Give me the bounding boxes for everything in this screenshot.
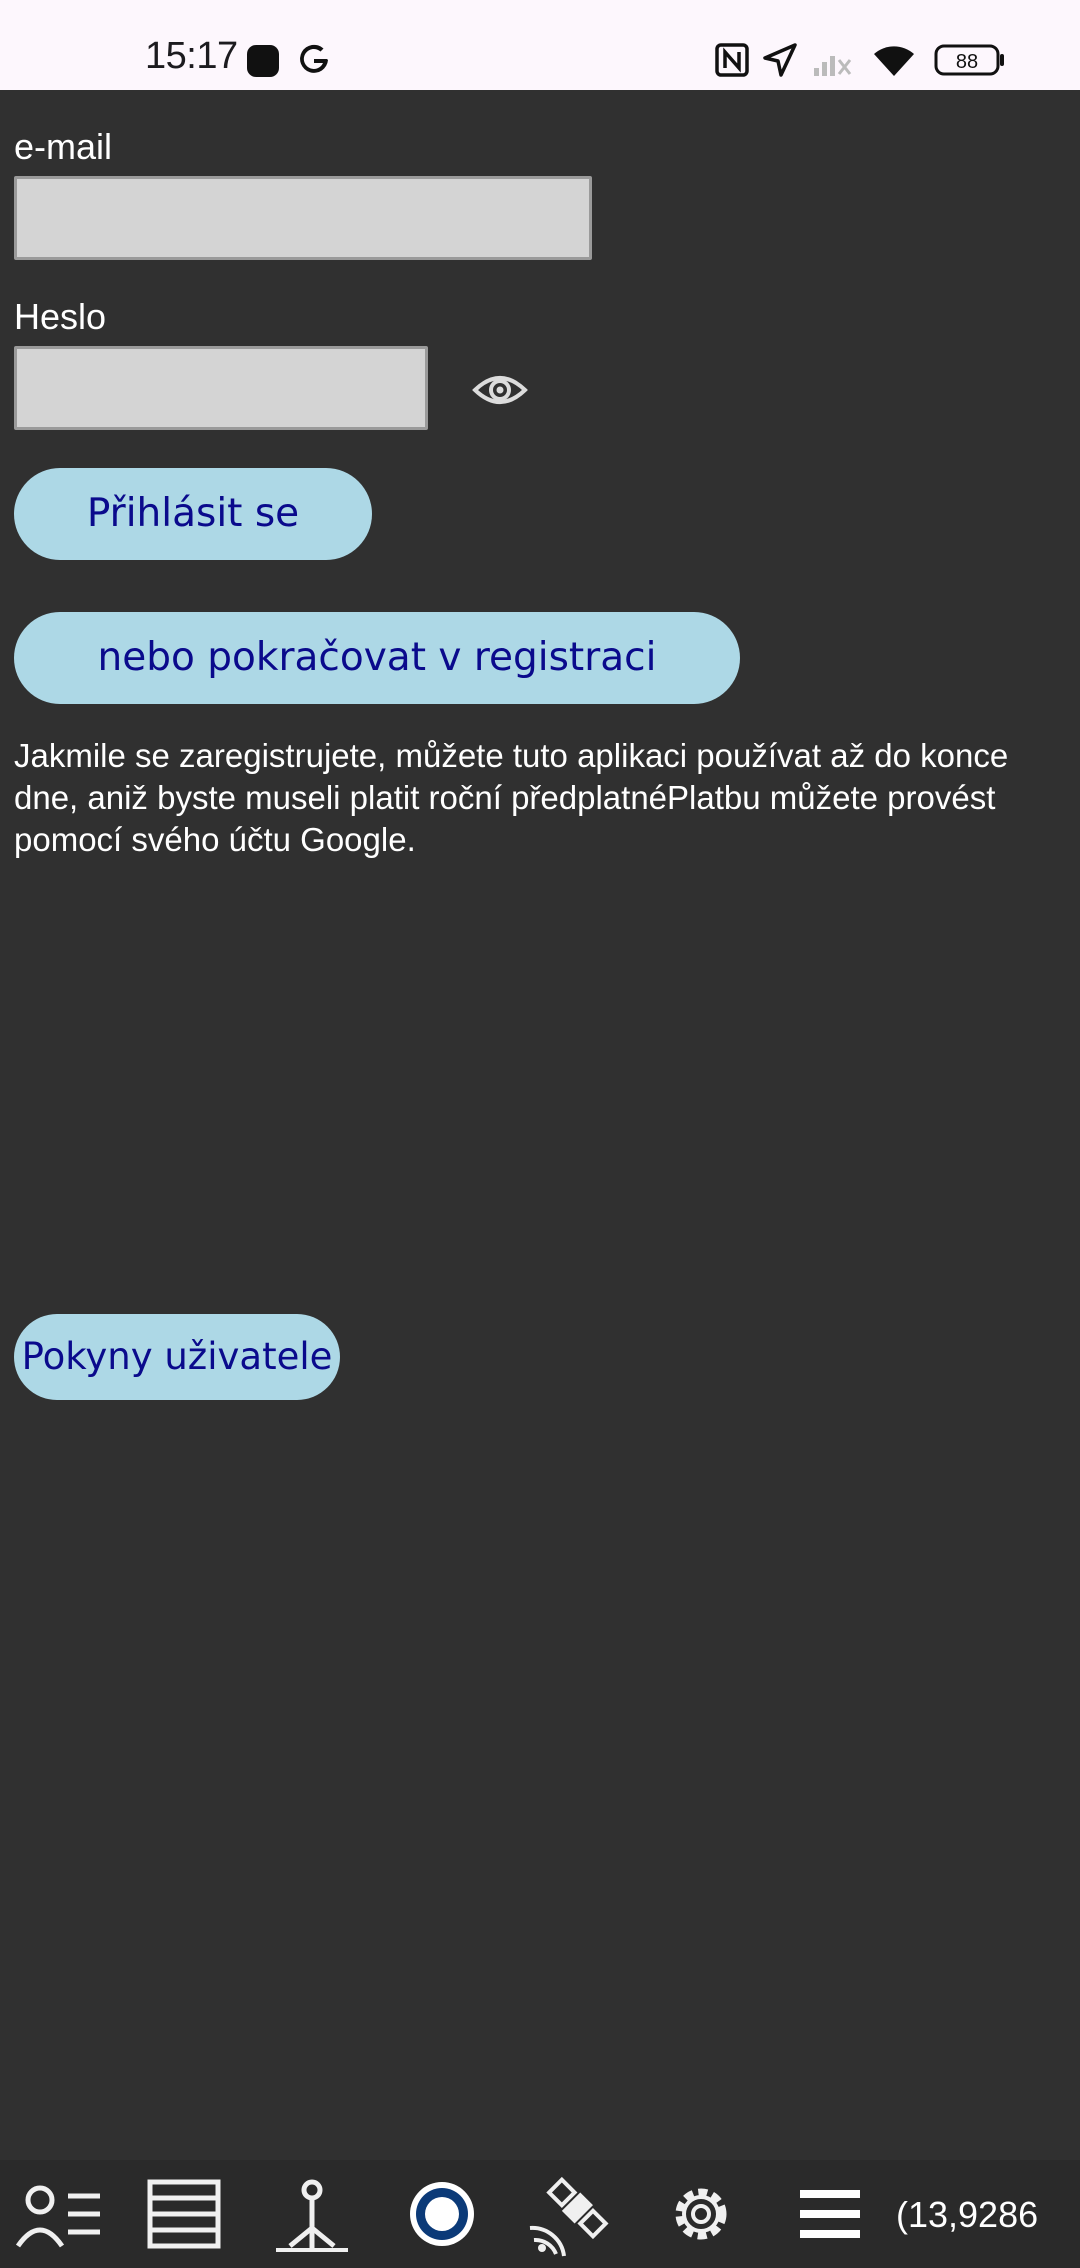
wifi-icon bbox=[872, 42, 916, 83]
user-guide-button[interactable]: Pokyny uživatele bbox=[14, 1314, 340, 1400]
user-list-icon[interactable] bbox=[12, 2168, 104, 2260]
survey-point-icon[interactable] bbox=[266, 2168, 358, 2260]
login-button[interactable]: Přihlásit se bbox=[14, 468, 372, 560]
registration-info-text: Jakmile se zaregistrujete, můžete tuto a… bbox=[14, 737, 1009, 858]
battery-level: 88 bbox=[956, 51, 978, 73]
location-icon bbox=[762, 42, 798, 83]
settings-gear-icon[interactable] bbox=[655, 2168, 747, 2260]
email-label: e-mail bbox=[14, 126, 113, 167]
signal-off-icon bbox=[812, 44, 852, 83]
status-time: 15:17 bbox=[145, 35, 238, 77]
layers-list-icon[interactable] bbox=[138, 2168, 230, 2260]
login-screen: e-mail Heslo Přihlásit se nebo pokračova… bbox=[0, 90, 1080, 2160]
status-bar: 15:17 88 bbox=[0, 0, 1080, 90]
nfc-icon bbox=[714, 42, 750, 83]
bottom-toolbar: (13,9286 bbox=[0, 2160, 1080, 2268]
email-input[interactable] bbox=[14, 176, 592, 260]
record-icon[interactable] bbox=[396, 2168, 488, 2260]
battery-icon: 88 bbox=[934, 44, 1006, 81]
hamburger-menu-icon[interactable] bbox=[784, 2168, 876, 2260]
google-icon bbox=[296, 42, 332, 83]
password-input[interactable] bbox=[14, 346, 428, 430]
coordinate-readout: (13,9286 bbox=[896, 2194, 1039, 2235]
password-label: Heslo bbox=[14, 296, 107, 337]
app-notification-icon bbox=[246, 44, 280, 83]
register-button[interactable]: nebo pokračovat v registraci bbox=[14, 612, 740, 704]
eye-icon[interactable] bbox=[472, 370, 528, 410]
satellite-icon[interactable] bbox=[524, 2168, 616, 2260]
